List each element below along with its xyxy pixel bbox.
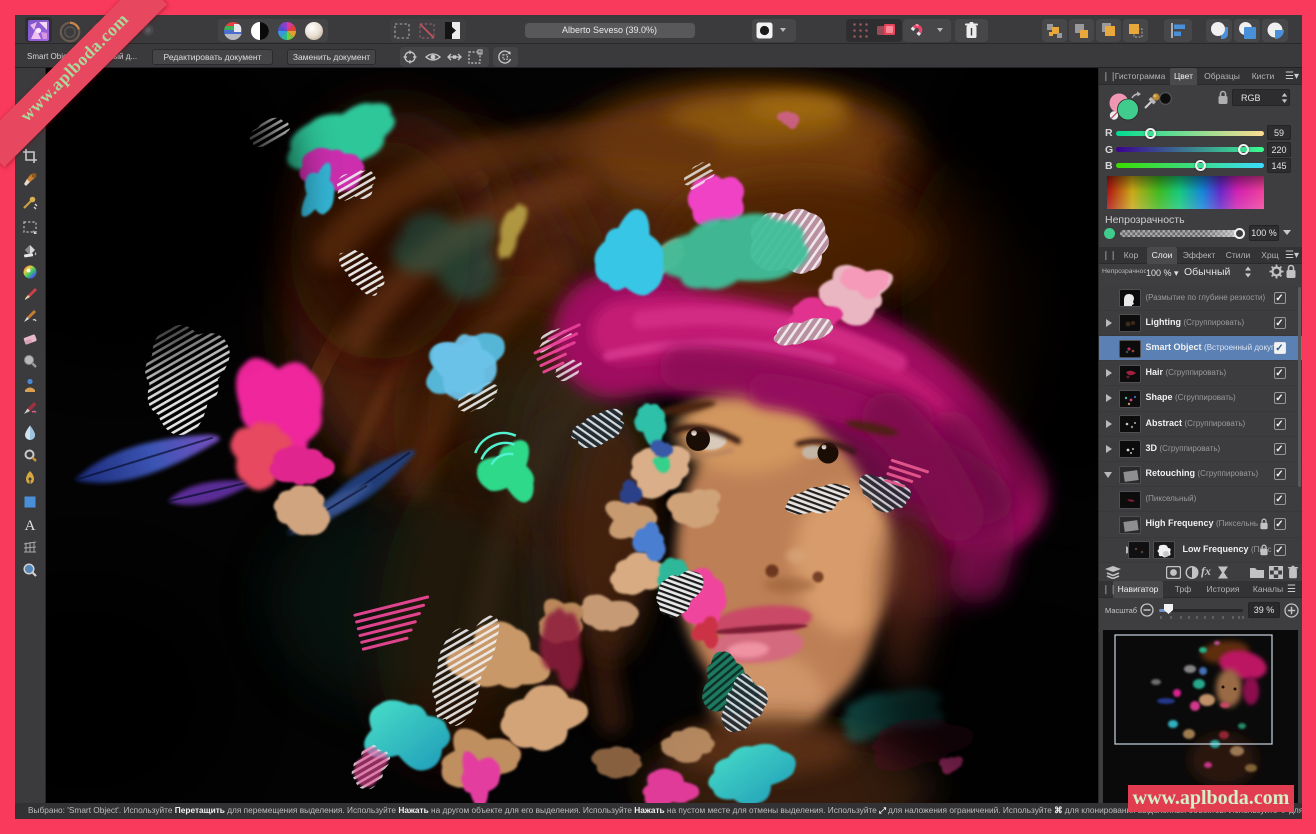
svg-text:A: A — [24, 518, 35, 533]
